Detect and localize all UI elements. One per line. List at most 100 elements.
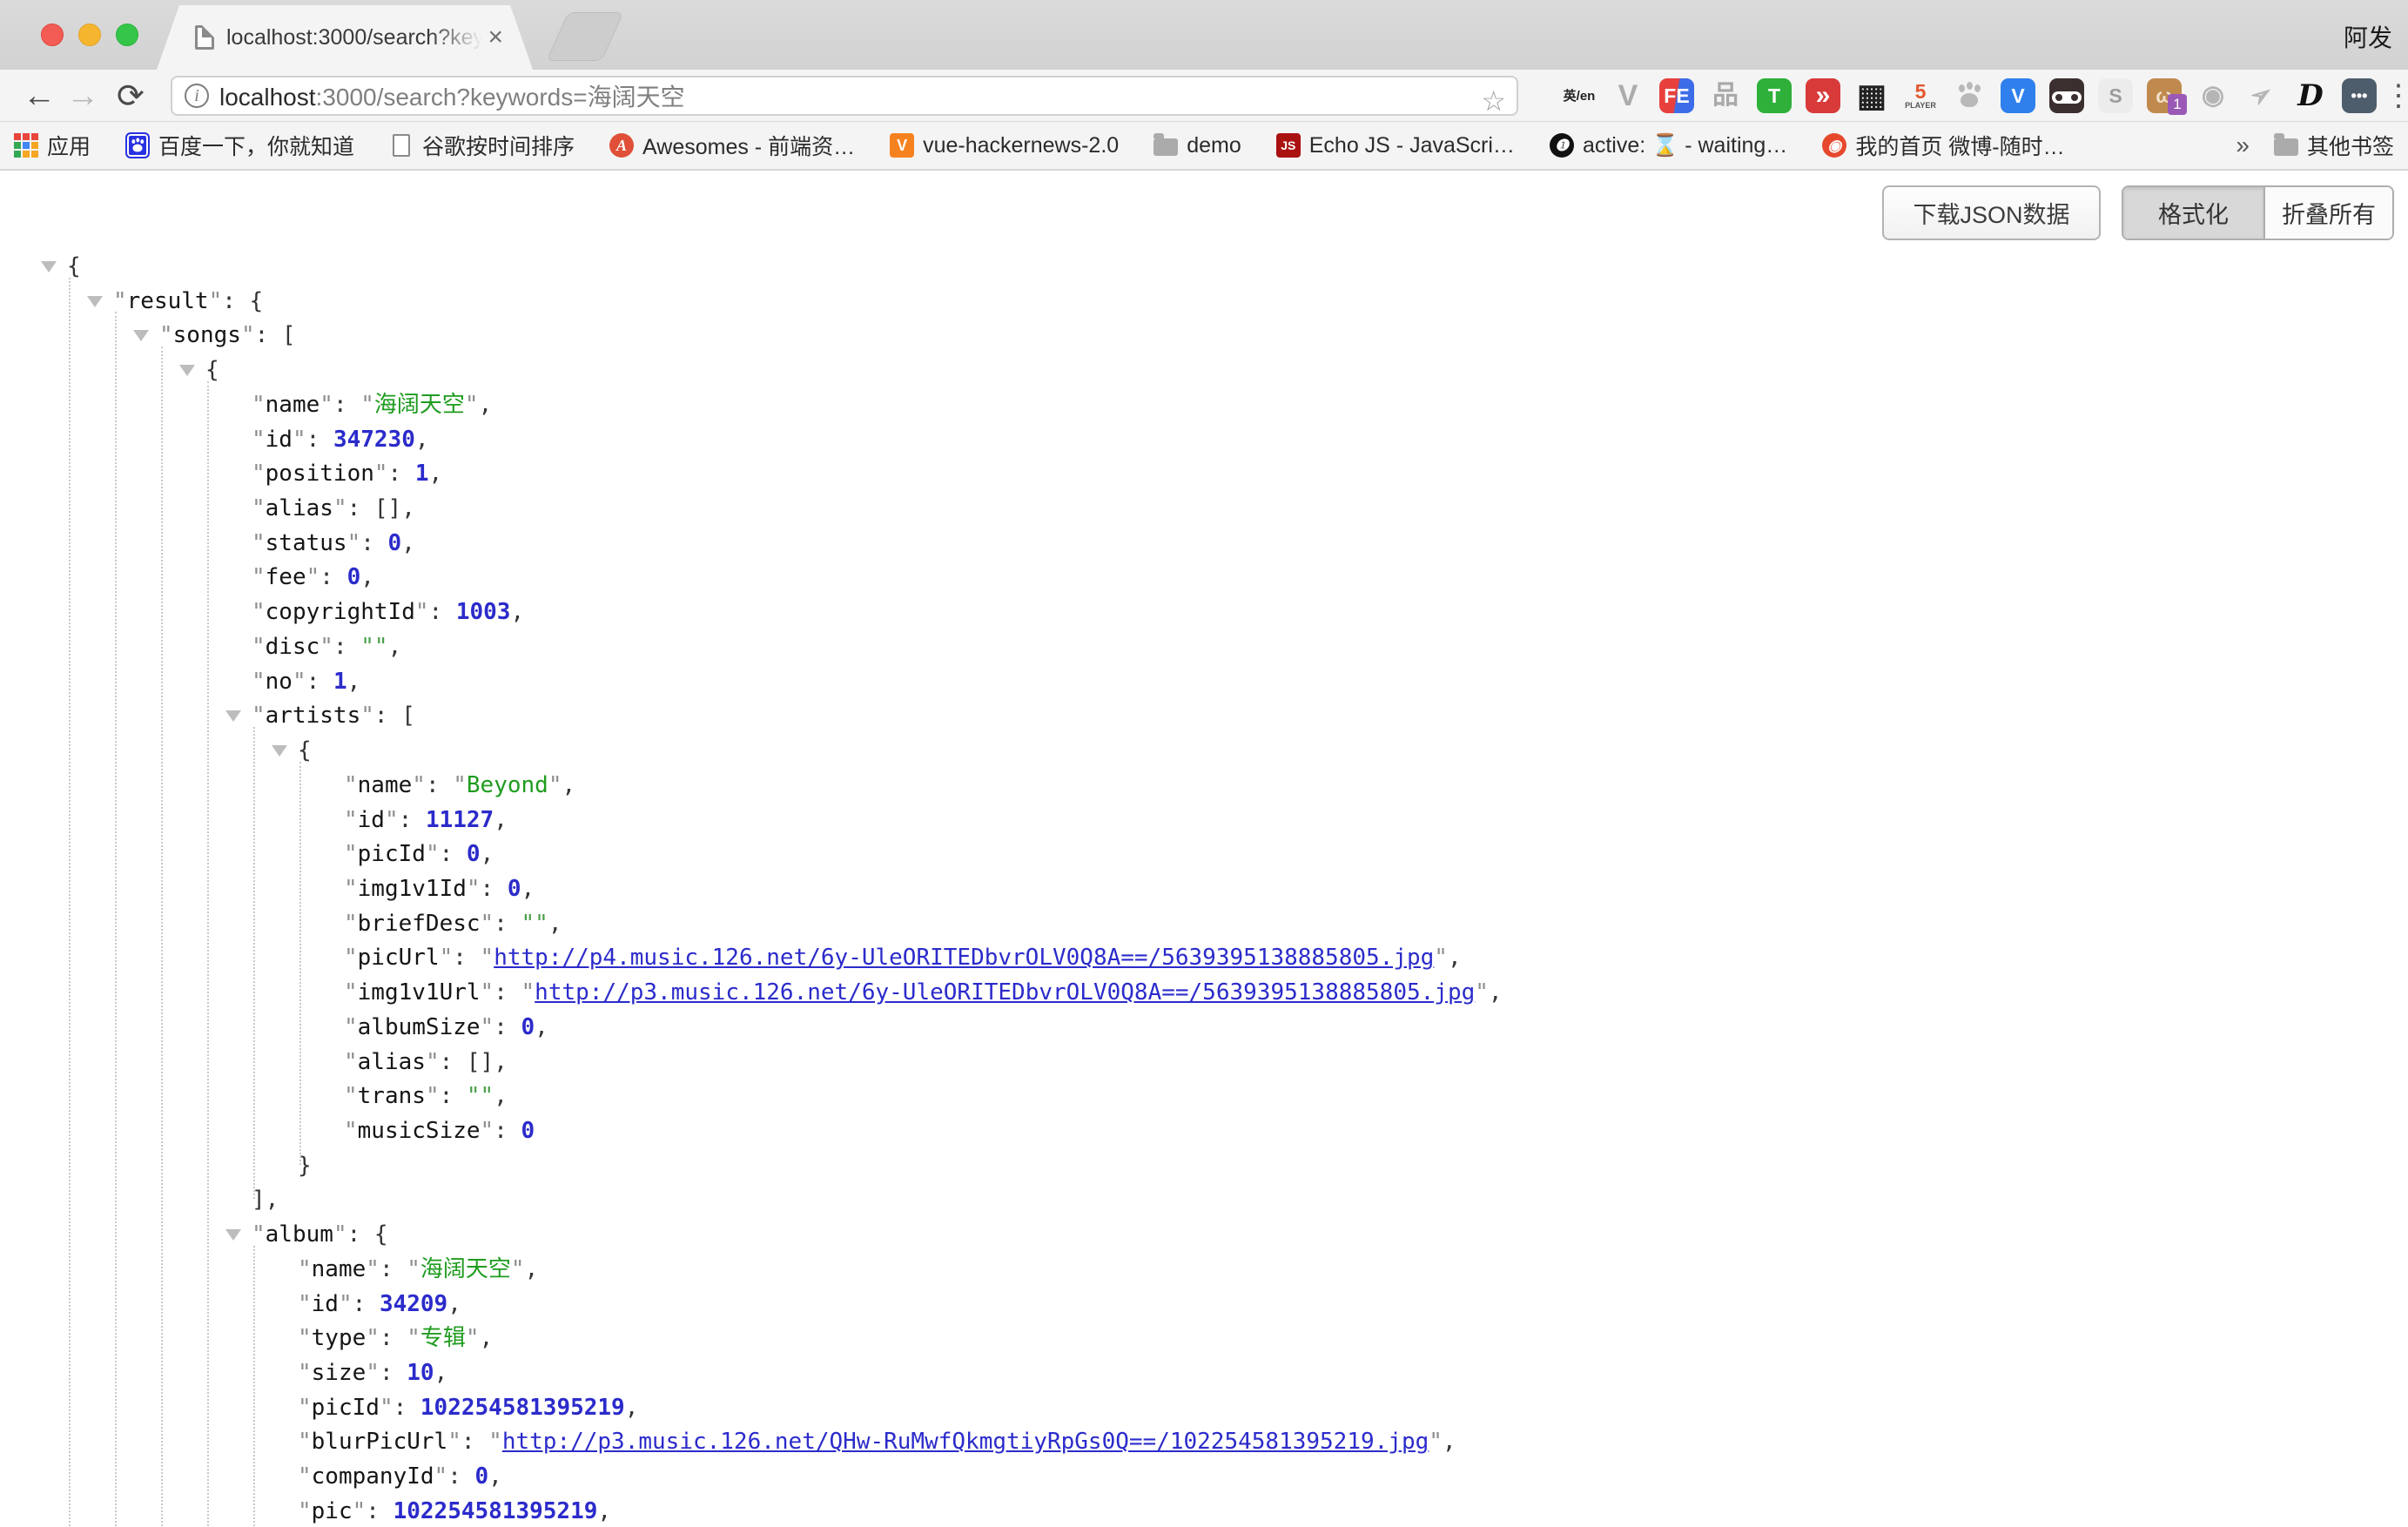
json-number-value: 0 xyxy=(475,1463,489,1490)
json-line: { xyxy=(0,353,2408,388)
collapse-arrow-icon[interactable] xyxy=(133,330,149,341)
json-key: status xyxy=(266,530,347,556)
bird-icon[interactable]: ➢ xyxy=(2237,77,2286,115)
json-key: result xyxy=(127,288,209,314)
bookmark-item[interactable]: Vvue-hackernews-2.0 xyxy=(890,133,1119,158)
json-key: disc xyxy=(266,634,320,660)
bookmark-item[interactable]: demo xyxy=(1154,133,1241,158)
folder-icon xyxy=(2274,138,2298,156)
qrcode-icon[interactable]: ▦ xyxy=(1847,77,1896,115)
weibo-gray-icon[interactable]: ◉ xyxy=(2189,77,2237,115)
minimize-window-button[interactable] xyxy=(78,24,101,46)
json-key: name xyxy=(358,772,413,798)
tab-close-icon[interactable]: × xyxy=(488,24,503,50)
collapse-arrow-icon[interactable] xyxy=(225,710,241,722)
page-icon xyxy=(389,133,414,158)
json-number-value: 0 xyxy=(521,1118,535,1144)
folder-icon xyxy=(1154,133,1178,158)
bookmark-item[interactable]: ❶active: ⌛ - waiting… xyxy=(1550,133,1787,158)
json-line: "id": 34209, xyxy=(0,1288,2408,1322)
d-icon[interactable]: D xyxy=(2286,77,2335,115)
json-key: blurPicUrl xyxy=(312,1429,448,1455)
collapse-arrow-icon[interactable] xyxy=(179,365,195,376)
mask-icon[interactable] xyxy=(2042,77,2091,115)
download-json-button[interactable]: 下载JSON数据 xyxy=(1882,185,2101,240)
json-key: musicSize xyxy=(358,1118,481,1144)
json-key: picId xyxy=(358,841,426,867)
fehelper-icon[interactable]: FE xyxy=(1652,77,1701,115)
json-url-link[interactable]: http://p4.music.126.net/6y-UleORITEDbvrO… xyxy=(494,945,1434,971)
json-line: "blurPicUrl": "http://p3.music.126.net/Q… xyxy=(0,1425,2408,1460)
json-line: "size": 10, xyxy=(0,1356,2408,1391)
bookmark-star-icon[interactable]: ☆ xyxy=(1481,84,1506,118)
bookmark-item[interactable]: 谷歌按时间排序 xyxy=(389,130,575,161)
collapse-arrow-icon[interactable] xyxy=(41,261,57,272)
translate-icon[interactable]: 英/en xyxy=(1555,77,1604,115)
indent-guide xyxy=(299,762,301,1165)
json-string-value: Beyond xyxy=(467,772,548,798)
json-url-link[interactable]: http://p3.music.126.net/6y-UleORITEDbvrO… xyxy=(535,979,1475,1006)
profile-name[interactable]: 阿发 xyxy=(2344,19,2392,54)
tampermonkey-shield-icon[interactable]: T xyxy=(1750,77,1799,115)
reload-button[interactable]: ⟳ xyxy=(117,70,145,122)
json-line: "companyId": 0, xyxy=(0,1460,2408,1495)
json-key: name xyxy=(312,1256,367,1282)
apps-grid-icon xyxy=(14,133,38,158)
html5-player-icon[interactable]: 5PLAYER xyxy=(1896,77,1945,115)
collapse-arrow-icon[interactable] xyxy=(272,745,287,757)
json-key: name xyxy=(266,392,320,418)
json-line: "artists": [ xyxy=(0,699,2408,734)
bookmark-item[interactable]: AAwesomes - 前端资… xyxy=(609,130,855,161)
json-line: "briefDesc": "", xyxy=(0,907,2408,942)
json-key: copyrightId xyxy=(266,599,415,625)
json-line: "name": "海阔天空", xyxy=(0,388,2408,423)
blue-v-icon[interactable]: V xyxy=(1994,77,2042,115)
chrome-menu-icon[interactable]: ⋮ xyxy=(2384,70,2408,122)
json-number-value: 10 xyxy=(407,1360,434,1386)
json-number-value: 102254581395219 xyxy=(393,1498,598,1524)
monkey-icon[interactable]: ω1 xyxy=(2140,77,2189,115)
collapse-arrow-icon[interactable] xyxy=(225,1229,241,1241)
format-button[interactable]: 格式化 xyxy=(2123,187,2263,239)
json-string-value: 海阔天空 xyxy=(420,1256,511,1282)
json-number-value: 1 xyxy=(415,461,429,487)
new-tab-button[interactable] xyxy=(547,12,624,61)
paw-icon[interactable] xyxy=(1945,77,1994,115)
bookmark-label: 我的首页 微博-随时… xyxy=(1855,130,2064,161)
awesomes-icon: A xyxy=(609,133,634,158)
json-key: alias xyxy=(266,495,333,521)
browser-tab[interactable]: localhost:3000/search?keywor × xyxy=(157,5,533,70)
collapse-all-button[interactable]: 折叠所有 xyxy=(2263,187,2392,239)
bookmarks-overflow-icon[interactable]: » xyxy=(2236,131,2250,159)
json-line: "alias": [], xyxy=(0,1046,2408,1080)
json-key: artists xyxy=(266,703,361,729)
bookmark-item[interactable]: 应用 xyxy=(14,130,91,161)
bookmark-item[interactable]: ◉我的首页 微博-随时… xyxy=(1822,130,2064,161)
url-text: localhost:3000/search?keywords=海阔天空 xyxy=(219,78,685,113)
json-number-value: 347230 xyxy=(333,427,415,453)
vue-gray-icon[interactable]: V xyxy=(1604,77,1652,115)
page-favicon-icon xyxy=(195,25,214,50)
s-icon[interactable]: S xyxy=(2091,77,2140,115)
back-button[interactable]: ← xyxy=(23,70,56,122)
json-key: position xyxy=(266,461,374,487)
collapse-arrow-icon[interactable] xyxy=(87,296,103,307)
onepassword-icon[interactable]: ••• xyxy=(2335,77,2384,115)
fastforward-icon[interactable]: » xyxy=(1799,77,1847,115)
other-bookmarks[interactable]: 其他书签 xyxy=(2274,130,2394,161)
page-info-icon[interactable]: i xyxy=(185,84,209,108)
json-line: "img1v1Url": "http://p3.music.126.net/6y… xyxy=(0,976,2408,1011)
bookmark-item[interactable]: 百度一下，你就知道 xyxy=(125,130,354,161)
forward-button[interactable]: → xyxy=(66,70,99,122)
json-key: picUrl xyxy=(358,945,440,971)
bookmark-label: demo xyxy=(1187,133,1241,158)
address-bar[interactable]: i localhost:3000/search?keywords=海阔天空 ☆ xyxy=(171,76,1518,116)
zoom-window-button[interactable] xyxy=(116,24,138,46)
json-line: "id": 11127, xyxy=(0,804,2408,838)
json-url-link[interactable]: http://p3.music.126.net/QHw-RuMwfQkmgtiy… xyxy=(502,1429,1429,1455)
close-window-button[interactable] xyxy=(41,24,64,46)
json-line: "img1v1Id": 0, xyxy=(0,872,2408,907)
json-line: "songs": [ xyxy=(0,319,2408,353)
bookmark-item[interactable]: JSEcho JS - JavaScri… xyxy=(1276,133,1515,158)
sitemap-icon[interactable]: 品 xyxy=(1701,77,1750,115)
